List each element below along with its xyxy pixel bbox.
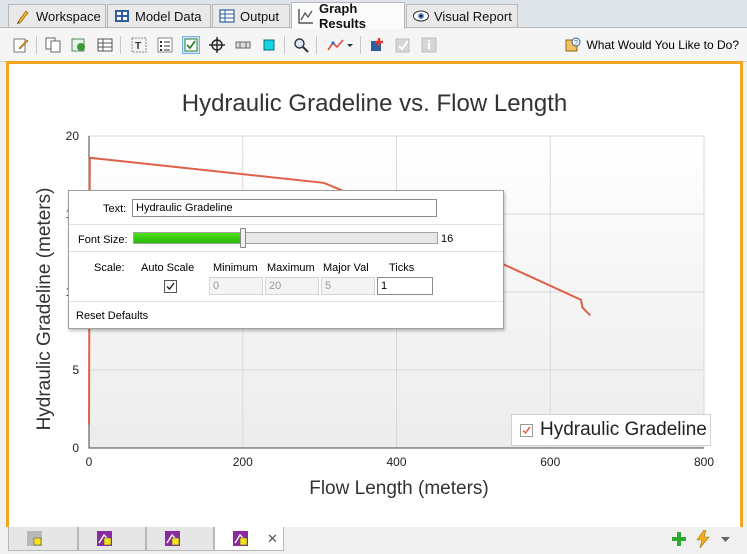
x-axis-label[interactable]: Flow Length (meters) [99, 478, 699, 500]
x-tick-label: 600 [540, 455, 560, 469]
output-icon [219, 9, 235, 23]
minimum-label: Minimum [213, 262, 258, 274]
text-label: Text: [103, 203, 127, 215]
checkbox-icon[interactable] [182, 36, 200, 54]
tab-visual-report[interactable]: Visual Report [406, 4, 518, 27]
model-data-icon [115, 10, 129, 22]
maximum-input[interactable] [265, 277, 319, 295]
segment-icon[interactable] [234, 36, 252, 54]
y-tick-label: 20 [66, 129, 80, 143]
list-icon[interactable] [156, 36, 174, 54]
graph-tab-1[interactable] [8, 527, 78, 551]
dropdown-arrow-icon[interactable] [721, 537, 730, 543]
add-icon[interactable] [368, 36, 386, 54]
minimum-input[interactable] [209, 277, 263, 295]
toolbar-separator [120, 36, 121, 54]
font-size-slider[interactable] [133, 228, 438, 248]
svg-text:T: T [135, 41, 141, 52]
line-style-icon[interactable] [326, 36, 354, 54]
toolbar-separator [360, 36, 361, 54]
copy-icon[interactable] [44, 36, 62, 54]
check-disabled-icon[interactable] [394, 36, 412, 54]
x-tick-label: 400 [386, 455, 406, 469]
font-size-label: Font Size: [78, 234, 128, 246]
format-text-icon[interactable]: T [130, 36, 148, 54]
tab-workspace[interactable]: Workspace [8, 4, 106, 27]
what-would-you-like-label: What Would You Like to Do? [586, 38, 739, 52]
graph-tab-3[interactable] [146, 527, 214, 551]
crosshair-icon[interactable] [208, 36, 226, 54]
reset-defaults-button[interactable]: Reset Defaults [76, 310, 148, 322]
tab-label: Output [240, 8, 280, 24]
toolbar-separator [316, 36, 317, 54]
graph-tab-icon-1 [27, 531, 42, 546]
x-tick-label: 200 [233, 455, 253, 469]
y-tick-label: 5 [72, 363, 79, 377]
major-val-label: Major Val [323, 262, 369, 274]
tab-model-data[interactable]: Model Data [107, 4, 211, 27]
text-row: Text: [69, 191, 503, 225]
y-axis-label[interactable]: Hydraulic Gradeline (meters) [34, 188, 56, 431]
lightning-icon[interactable] [696, 530, 710, 548]
font-size-value: 16 [441, 233, 454, 245]
tab-label: Workspace [36, 8, 101, 24]
axis-title-input[interactable] [132, 199, 437, 217]
table-icon[interactable] [96, 36, 114, 54]
svg-text:?: ? [574, 40, 578, 47]
graph-toolbar: T ? What Would You Like to Do? [0, 28, 747, 62]
graph-tab-bar: ✕ [0, 527, 747, 554]
export-icon[interactable] [70, 36, 88, 54]
axis-settings-popup: Text: Font Size: 16 Scale: Auto Scale Mi… [68, 190, 504, 329]
tab-output[interactable]: Output [212, 4, 290, 27]
toolbar-separator [284, 36, 285, 54]
close-tab-icon[interactable]: ✕ [267, 531, 278, 547]
graph-tab-icon-2 [97, 531, 112, 546]
auto-scale-label: Auto Scale [141, 262, 195, 274]
graph-tab-icon-4 [233, 531, 248, 546]
edit-icon[interactable] [12, 36, 30, 54]
x-tick-label: 800 [694, 455, 714, 469]
workspace-icon [17, 10, 29, 24]
slider-thumb[interactable] [240, 228, 247, 248]
scale-row: Scale: Auto Scale Minimum Maximum Major … [69, 252, 503, 302]
ticks-label: Ticks [389, 262, 415, 274]
main-tab-bar: Workspace Model Data Output Graph Result… [0, 0, 747, 31]
what-would-you-like-button[interactable]: ? What Would You Like to Do? [565, 37, 739, 53]
square-icon[interactable] [260, 36, 278, 54]
visual-report-icon [413, 10, 429, 22]
graph-tab-icon-3 [165, 531, 180, 546]
graph-results-icon [298, 9, 313, 24]
tab-label: Graph Results [319, 1, 366, 31]
zoom-icon[interactable] [292, 36, 310, 54]
y-tick-label: 0 [72, 441, 79, 455]
maximum-label: Maximum [267, 262, 315, 274]
legend-label: Hydraulic Gradeline [540, 419, 707, 440]
ticks-input[interactable] [377, 277, 433, 295]
tab-graph-results[interactable]: Graph Results [291, 1, 405, 31]
graph-tab-2[interactable] [78, 527, 146, 551]
tab-label: Model Data [135, 8, 202, 24]
scale-label: Scale: [94, 262, 125, 274]
slider-fill [134, 233, 244, 243]
auto-scale-checkbox[interactable] [164, 280, 177, 293]
font-size-row: Font Size: 16 [69, 225, 503, 252]
tab-label: Visual Report [434, 8, 512, 24]
graph-tab-4[interactable]: ✕ [214, 527, 284, 551]
add-tab-icon[interactable] [671, 531, 687, 547]
major-val-input[interactable] [321, 277, 375, 295]
x-tick-label: 0 [86, 455, 93, 469]
help-wizard-icon: ? [565, 37, 581, 52]
legend-checkbox[interactable] [520, 423, 533, 437]
legend[interactable]: Hydraulic Gradeline [511, 414, 711, 446]
toolbar-separator [36, 36, 37, 54]
info-disabled-icon[interactable] [420, 36, 438, 54]
